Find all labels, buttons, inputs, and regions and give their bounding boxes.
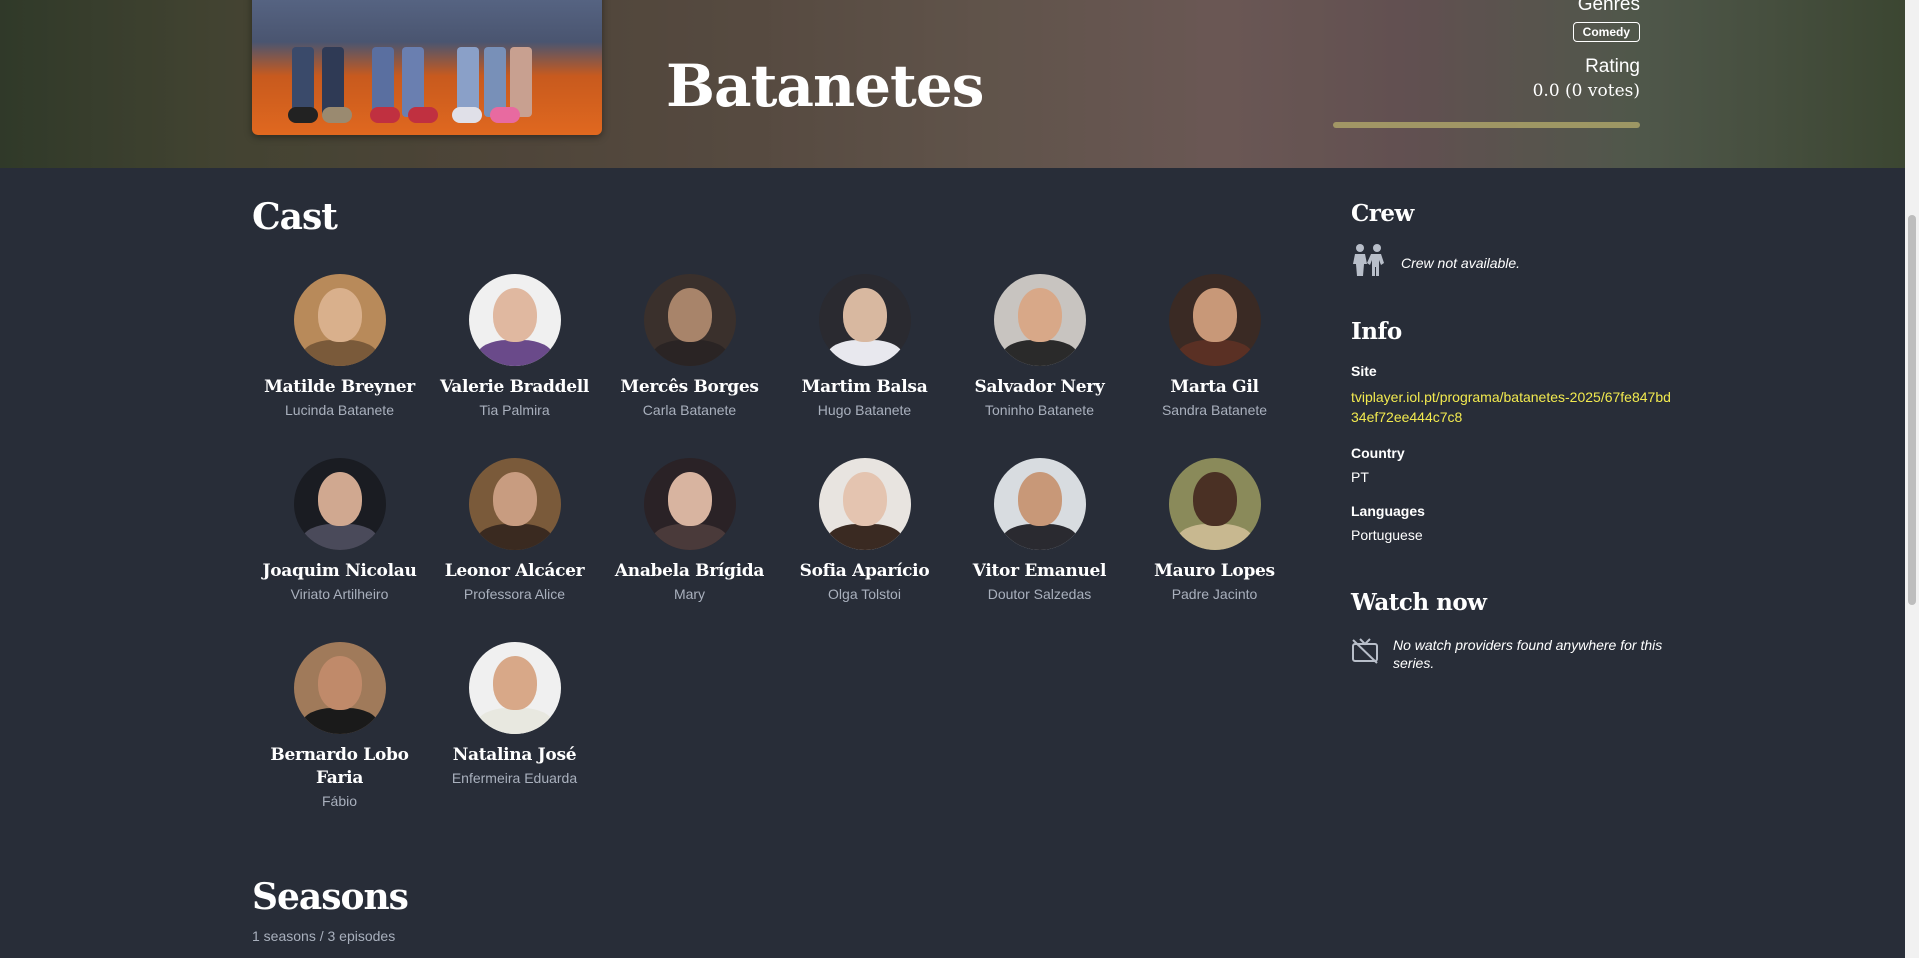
cast-card[interactable]: Leonor Alcácer Professora Alice bbox=[427, 458, 602, 602]
cast-avatar[interactable] bbox=[468, 274, 561, 366]
cast-card[interactable]: Martim Balsa Hugo Batanete bbox=[777, 274, 952, 418]
rating-votes: (0 votes) bbox=[1565, 81, 1640, 101]
cast-name[interactable]: Leonor Alcácer bbox=[427, 560, 602, 583]
cast-name[interactable]: Joaquim Nicolau bbox=[252, 560, 427, 583]
cast-card[interactable]: Anabela Brígida Mary bbox=[602, 458, 777, 602]
rating-label: Rating bbox=[1585, 56, 1640, 77]
cast-card[interactable]: Joaquim Nicolau Viriato Artilheiro bbox=[252, 458, 427, 602]
cast-card[interactable]: Mercês Borges Carla Batanete bbox=[602, 274, 777, 418]
cast-name[interactable]: Martim Balsa bbox=[777, 376, 952, 399]
cast-avatar[interactable] bbox=[1168, 274, 1261, 366]
genres-label: Genres bbox=[1577, 0, 1640, 15]
genre-badge[interactable]: Comedy bbox=[1572, 22, 1640, 42]
cast-card[interactable]: Mauro Lopes Padre Jacinto bbox=[1127, 458, 1302, 602]
site-label: Site bbox=[1351, 363, 1377, 379]
languages-value: Portuguese bbox=[1351, 527, 1423, 543]
crew-empty-note: Crew not available. bbox=[1401, 254, 1521, 271]
scrollbar-thumb[interactable] bbox=[1908, 215, 1916, 605]
cast-name[interactable]: Matilde Breyner bbox=[252, 376, 427, 399]
series-title: Batanetes bbox=[666, 52, 984, 120]
cast-name[interactable]: Sofia Aparício bbox=[777, 560, 952, 583]
languages-label: Languages bbox=[1351, 503, 1425, 519]
crew-empty-state: Crew not available. bbox=[1351, 243, 1671, 282]
seasons-heading: Seasons bbox=[252, 876, 409, 918]
sidebar: Crew Crew not available. Info Site tvipl… bbox=[1351, 200, 1671, 672]
cast-name[interactable]: Anabela Brígida bbox=[602, 560, 777, 583]
cast-avatar[interactable] bbox=[643, 458, 736, 550]
cast-avatar[interactable] bbox=[993, 458, 1086, 550]
cast-role: Carla Batanete bbox=[642, 402, 737, 418]
watch-heading: Watch now bbox=[1351, 589, 1487, 616]
cast-avatar[interactable] bbox=[293, 458, 386, 550]
cast-card[interactable]: Salvador Nery Toninho Batanete bbox=[952, 274, 1127, 418]
cast-avatar[interactable] bbox=[818, 274, 911, 366]
cast-avatar[interactable] bbox=[293, 642, 386, 734]
tv-off-icon bbox=[1351, 636, 1379, 669]
cast-name[interactable]: Marta Gil bbox=[1127, 376, 1302, 399]
cast-role: Toninho Batanete bbox=[985, 402, 1094, 418]
cast-role: Sandra Batanete bbox=[1161, 402, 1268, 418]
cast-name[interactable]: Vitor Emanuel bbox=[952, 560, 1127, 583]
cast-card[interactable]: Valerie Braddell Tia Palmira bbox=[427, 274, 602, 418]
cast-avatar[interactable] bbox=[293, 274, 386, 366]
cast-role: Doutor Salzedas bbox=[987, 586, 1092, 602]
seasons-summary: 1 seasons / 3 episodes bbox=[252, 928, 396, 944]
people-icon bbox=[1351, 243, 1387, 282]
info-heading: Info bbox=[1351, 318, 1402, 345]
cast-role: Lucinda Batanete bbox=[285, 402, 394, 418]
rating-bar bbox=[1333, 122, 1640, 128]
cast-role: Viriato Artilheiro bbox=[290, 586, 389, 602]
cast-role: Hugo Batanete bbox=[817, 402, 912, 418]
cast-role: Olga Tolstoi bbox=[828, 586, 901, 602]
hero-banner: Batanetes Genres Comedy Rating 0.0 (0 vo… bbox=[0, 0, 1905, 168]
cast-name[interactable]: Natalina José bbox=[427, 744, 602, 767]
cast-name[interactable]: Bernardo Lobo Faria bbox=[252, 744, 427, 790]
crew-heading: Crew bbox=[1351, 200, 1414, 227]
cast-card[interactable]: Matilde Breyner Lucinda Batanete bbox=[252, 274, 427, 418]
cast-card[interactable]: Vitor Emanuel Doutor Salzedas bbox=[952, 458, 1127, 602]
cast-name[interactable]: Valerie Braddell bbox=[427, 376, 602, 399]
watch-empty-state: No watch providers found anywhere for th… bbox=[1351, 636, 1671, 672]
cast-role: Padre Jacinto bbox=[1171, 586, 1258, 602]
cast-avatar[interactable] bbox=[818, 458, 911, 550]
cast-card[interactable]: Sofia Aparício Olga Tolstoi bbox=[777, 458, 952, 602]
cast-card[interactable]: Bernardo Lobo Faria Fábio bbox=[252, 642, 427, 809]
watch-empty-note: No watch providers found anywhere for th… bbox=[1393, 637, 1663, 671]
cast-avatar[interactable] bbox=[1168, 458, 1261, 550]
cast-avatar[interactable] bbox=[993, 274, 1086, 366]
country-value: PT bbox=[1351, 469, 1369, 485]
cast-heading: Cast bbox=[252, 196, 338, 238]
cast-name[interactable]: Mauro Lopes bbox=[1127, 560, 1302, 583]
site-link[interactable]: tviplayer.iol.pt/programa/batanetes-2025… bbox=[1351, 387, 1671, 427]
page-scrollbar[interactable] bbox=[1905, 0, 1919, 958]
cast-name[interactable]: Salvador Nery bbox=[952, 376, 1127, 399]
cast-name[interactable]: Mercês Borges bbox=[602, 376, 777, 399]
cast-card[interactable]: Natalina José Enfermeira Eduarda bbox=[427, 642, 602, 786]
cast-role: Professora Alice bbox=[463, 586, 566, 602]
cast-role: Mary bbox=[673, 586, 706, 602]
cast-avatar[interactable] bbox=[468, 642, 561, 734]
rating-score: 0.0 bbox=[1532, 81, 1560, 101]
country-label: Country bbox=[1351, 445, 1405, 461]
cast-card[interactable]: Marta Gil Sandra Batanete bbox=[1127, 274, 1302, 418]
cast-avatar[interactable] bbox=[468, 458, 561, 550]
cast-avatar[interactable] bbox=[643, 274, 736, 366]
cast-role: Fábio bbox=[321, 793, 358, 809]
hero-meta: Genres Comedy Rating 0.0 (0 votes) bbox=[1320, 0, 1640, 128]
rating-value: 0.0 (0 votes) bbox=[1320, 81, 1640, 101]
cast-role: Enfermeira Eduarda bbox=[451, 770, 578, 786]
cast-role: Tia Palmira bbox=[479, 402, 550, 418]
series-poster bbox=[252, 0, 602, 135]
